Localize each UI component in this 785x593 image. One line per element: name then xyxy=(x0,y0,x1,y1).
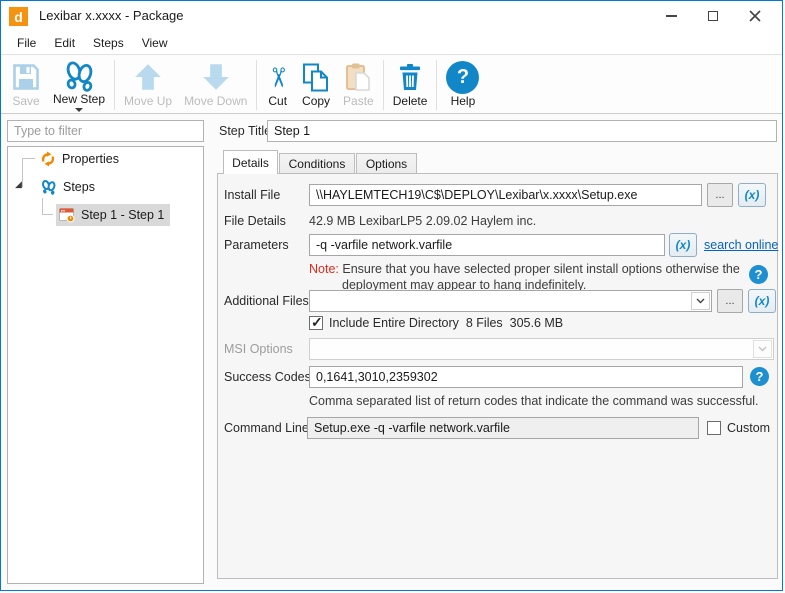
toolbar: Save New Step Move Up xyxy=(1,56,782,114)
step-window-icon xyxy=(59,207,75,223)
additional-files-variable-button[interactable]: (x) xyxy=(748,289,776,313)
tree-item-label: Step 1 - Step 1 xyxy=(81,208,164,222)
custom-checkbox[interactable] xyxy=(707,421,721,435)
copy-icon xyxy=(301,59,331,95)
tree-item-steps[interactable]: Steps xyxy=(37,176,101,198)
scissors-icon: ✂ xyxy=(266,59,289,95)
paste-icon xyxy=(343,59,373,95)
filter-input[interactable] xyxy=(7,120,204,142)
msi-options-combo xyxy=(309,338,774,360)
search-online-link[interactable]: search online xyxy=(704,238,778,252)
window-controls xyxy=(650,1,776,31)
help-button[interactable]: ? Help xyxy=(440,58,485,112)
tab-details[interactable]: Details xyxy=(223,150,278,174)
tab-conditions[interactable]: Conditions xyxy=(279,153,355,173)
success-codes-hint: Comma separated list of return codes tha… xyxy=(309,394,759,408)
arrow-down-icon xyxy=(200,59,232,95)
tree-item-step1[interactable]: Step 1 - Step 1 xyxy=(56,204,170,226)
tab-options[interactable]: Options xyxy=(356,153,417,173)
note-prefix: Note: xyxy=(309,262,339,276)
move-down-button[interactable]: Move Down xyxy=(178,58,253,112)
file-details-value: 42.9 MB LexibarLP5 2.09.02 Haylem inc. xyxy=(309,214,536,228)
include-directory-checkbox[interactable] xyxy=(309,316,323,330)
footsteps-icon xyxy=(40,179,57,196)
move-up-button[interactable]: Move Up xyxy=(118,58,178,112)
msi-options-label: MSI Options xyxy=(224,342,293,356)
success-codes-label: Success Codes xyxy=(224,370,311,384)
additional-files-browse-button[interactable]: ... xyxy=(717,289,743,313)
close-button[interactable] xyxy=(734,1,776,31)
app-window: d Lexibar x.xxxx - Package File Edit Ste… xyxy=(0,0,783,591)
parameters-label: Parameters xyxy=(224,238,289,252)
new-step-dropdown-icon[interactable] xyxy=(75,108,83,112)
package-tree: ◢ Properties Steps xyxy=(8,147,203,583)
trash-icon xyxy=(395,59,425,95)
details-tab-page: Install File ... (x) File Details 42.9 M… xyxy=(217,173,778,579)
menu-item-edit[interactable]: Edit xyxy=(45,32,84,54)
cut-button[interactable]: ✂ Cut xyxy=(260,58,295,112)
custom-label: Custom xyxy=(727,421,770,435)
file-details-label: File Details xyxy=(224,214,286,228)
toolbar-separator xyxy=(436,60,437,110)
include-directory-row: Include Entire Directory 8 Files 305.6 M… xyxy=(309,316,563,330)
delete-button[interactable]: Delete xyxy=(387,58,434,112)
footsteps-icon xyxy=(62,59,96,93)
tree-item-properties[interactable]: Properties xyxy=(37,148,125,170)
tree-line xyxy=(22,158,23,187)
install-file-label: Install File xyxy=(224,188,280,202)
window-title: Lexibar x.xxxx - Package xyxy=(39,8,184,23)
chevron-down-icon xyxy=(753,340,772,358)
minimize-icon xyxy=(666,15,677,17)
install-file-variable-button[interactable]: (x) xyxy=(738,183,766,207)
title-bar: d Lexibar x.xxxx - Package xyxy=(1,1,782,31)
note-help-icon[interactable]: ? xyxy=(749,265,768,284)
menu-bar: File Edit Steps View xyxy=(1,31,782,55)
parameters-variable-button[interactable]: (x) xyxy=(669,233,697,257)
sync-icon xyxy=(40,151,56,167)
maximize-icon xyxy=(708,11,718,21)
success-codes-input[interactable] xyxy=(309,366,743,388)
copy-button[interactable]: Copy xyxy=(295,58,337,112)
maximize-button[interactable] xyxy=(692,1,734,31)
success-codes-help-icon[interactable]: ? xyxy=(750,367,769,386)
save-button[interactable]: Save xyxy=(5,58,47,112)
toolbar-separator xyxy=(114,60,115,110)
parameters-input[interactable] xyxy=(309,234,665,256)
toolbar-separator xyxy=(256,60,257,110)
tree-line xyxy=(22,158,35,159)
app-icon: d xyxy=(9,7,28,26)
menu-item-file[interactable]: File xyxy=(8,32,45,54)
minimize-button[interactable] xyxy=(650,1,692,31)
step-title-input[interactable] xyxy=(267,120,777,142)
arrow-up-icon xyxy=(132,59,164,95)
tree-item-label: Steps xyxy=(63,180,95,194)
tree-item-label: Properties xyxy=(62,152,119,166)
help-icon: ? xyxy=(446,59,479,95)
step-title-label: Step Title xyxy=(219,124,271,138)
install-file-browse-button[interactable]: ... xyxy=(707,183,733,207)
save-icon xyxy=(11,59,41,95)
command-line-input[interactable] xyxy=(307,417,699,439)
menu-item-view[interactable]: View xyxy=(133,32,177,54)
paste-button[interactable]: Paste xyxy=(337,58,380,112)
toolbar-separator xyxy=(383,60,384,110)
install-file-input[interactable] xyxy=(309,184,702,206)
tree-line xyxy=(42,198,43,214)
close-icon xyxy=(749,10,761,22)
note-line1: Note: Ensure that you have selected prop… xyxy=(309,262,740,276)
include-directory-label: Include Entire Directory 8 Files 305.6 M… xyxy=(329,316,563,330)
tree-line xyxy=(42,214,53,215)
new-step-button[interactable]: New Step xyxy=(47,58,111,112)
additional-files-label: Additional Files xyxy=(224,294,309,308)
command-line-label: Command Line xyxy=(224,421,309,435)
expander-icon[interactable]: ◢ xyxy=(15,180,22,189)
chevron-down-icon[interactable] xyxy=(691,292,710,310)
tree-panel: ◢ Properties Steps xyxy=(7,146,204,584)
menu-item-steps[interactable]: Steps xyxy=(84,32,133,54)
additional-files-combo[interactable] xyxy=(309,290,712,312)
custom-row: Custom xyxy=(707,421,770,435)
